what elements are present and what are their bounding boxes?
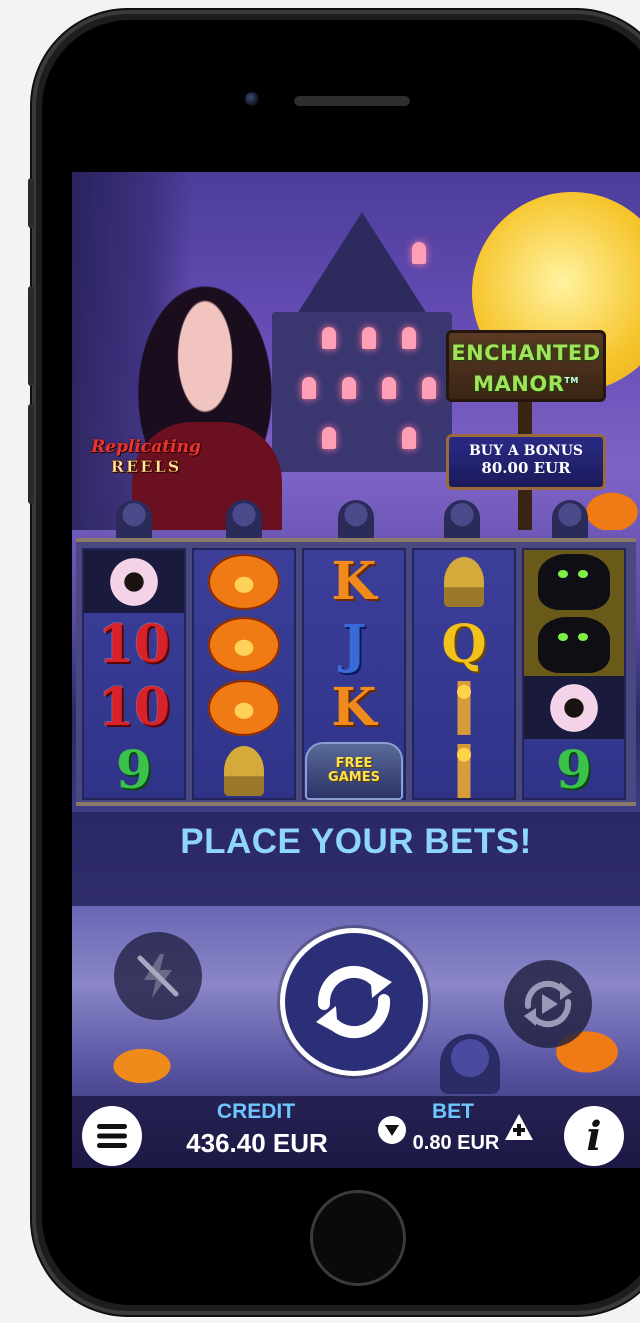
front-camera — [245, 92, 259, 106]
bottom-bar — [72, 1096, 640, 1168]
earpiece-speaker — [294, 96, 410, 106]
gargoyle-statue — [116, 500, 152, 542]
free-games-line1: FREE — [335, 755, 373, 771]
black-cat-icon — [538, 553, 610, 610]
info-icon: i — [586, 1112, 602, 1160]
credit-label: CREDIT — [216, 1100, 296, 1123]
bet-increase-button[interactable] — [504, 1112, 534, 1142]
info-button[interactable]: i — [564, 1106, 624, 1166]
reel-grid: 10 10 9 K J K FREE GAMES Q 9 — [76, 538, 636, 806]
symbol-goblet — [194, 739, 294, 802]
symbol-9: 9 — [115, 739, 153, 801]
candelabra-icon — [442, 680, 486, 735]
symbol-pumpkin — [194, 613, 294, 676]
spin-refresh-icon — [316, 965, 392, 1039]
game-title-sign: ENCHANTED MANORTM — [446, 330, 606, 402]
goblet-icon — [444, 556, 484, 607]
autoplay-icon — [524, 980, 572, 1028]
symbol-candelabra — [414, 739, 514, 802]
mute-switch — [28, 178, 34, 228]
reel-2 — [192, 548, 296, 800]
symbol-q: Q — [441, 613, 487, 675]
symbol-black-cat — [524, 550, 624, 613]
autoplay-button[interactable] — [504, 960, 592, 1048]
bat-icon — [534, 682, 614, 733]
symbol-bat — [524, 676, 624, 739]
replicating-text: Replicating — [91, 437, 201, 457]
symbol-9: 9 — [555, 739, 593, 801]
reel-1: 10 10 9 — [82, 548, 186, 800]
lightning-disabled-icon — [137, 954, 179, 998]
volume-down-button — [28, 404, 34, 504]
pumpkin-decoration — [102, 1042, 182, 1090]
turbo-button[interactable] — [114, 932, 202, 1020]
gargoyle-statue — [226, 500, 262, 542]
symbol-black-cat — [524, 613, 624, 676]
reel-4: Q — [412, 548, 516, 800]
gargoyle-statue — [338, 500, 374, 542]
hamburger-menu-icon — [97, 1124, 127, 1148]
symbol-10: 10 — [97, 613, 171, 675]
pumpkin-icon — [208, 553, 280, 610]
bat-icon — [94, 556, 174, 607]
symbol-pumpkin — [194, 550, 294, 613]
bet-decrease-button[interactable] — [378, 1116, 406, 1144]
reel-5: 9 — [522, 548, 626, 800]
symbol-free-games: FREE GAMES — [304, 739, 404, 802]
symbol-10: 10 — [97, 676, 171, 738]
pumpkin-icon — [208, 679, 280, 736]
title-line2: MANORTM — [473, 372, 579, 396]
gargoyle-statue — [444, 500, 480, 542]
symbol-pumpkin — [194, 676, 294, 739]
spin-button[interactable] — [280, 928, 428, 1076]
symbol-candelabra — [414, 676, 514, 739]
menu-button[interactable] — [82, 1106, 142, 1166]
gargoyle-statue — [440, 1034, 500, 1094]
triangle-up-plus-icon — [505, 1114, 533, 1140]
black-cat-icon — [538, 616, 610, 673]
symbol-goblet — [414, 550, 514, 613]
buy-bonus-price: 80.00 EUR — [481, 459, 571, 477]
bet-label: BET — [432, 1100, 474, 1123]
game-screen: Replicating REELS ENCHANTED MANORTM BUY … — [72, 172, 640, 1168]
free-games-tombstone: FREE GAMES — [305, 741, 403, 800]
haunted-manor — [262, 212, 462, 472]
reel-3: K J K FREE GAMES — [302, 548, 406, 800]
triangle-down-icon — [385, 1125, 399, 1136]
game-artwork: Replicating REELS ENCHANTED MANORTM BUY … — [72, 172, 640, 530]
buy-bonus-label: BUY A BONUS — [468, 443, 584, 459]
replicating-reels-logo: Replicating REELS — [86, 437, 206, 476]
candelabra-icon — [442, 743, 486, 798]
free-games-line2: GAMES — [328, 769, 380, 785]
symbol-k: K — [331, 550, 377, 612]
bet-value: 0.80 EUR — [412, 1132, 500, 1154]
pumpkin-icon — [208, 616, 280, 673]
title-line1: ENCHANTED — [451, 341, 601, 365]
symbol-bat — [84, 550, 184, 613]
volume-up-button — [28, 286, 34, 386]
reels-text: REELS — [110, 457, 182, 477]
credit-value: 436.40 EUR — [186, 1128, 328, 1158]
status-message: PLACE YOUR BETS! — [180, 822, 532, 861]
gargoyle-statue — [552, 500, 588, 542]
home-button[interactable] — [310, 1190, 406, 1286]
symbol-j: J — [341, 613, 367, 675]
goblet-icon — [224, 745, 264, 796]
symbol-k: K — [331, 676, 377, 738]
trademark: TM — [564, 376, 579, 385]
